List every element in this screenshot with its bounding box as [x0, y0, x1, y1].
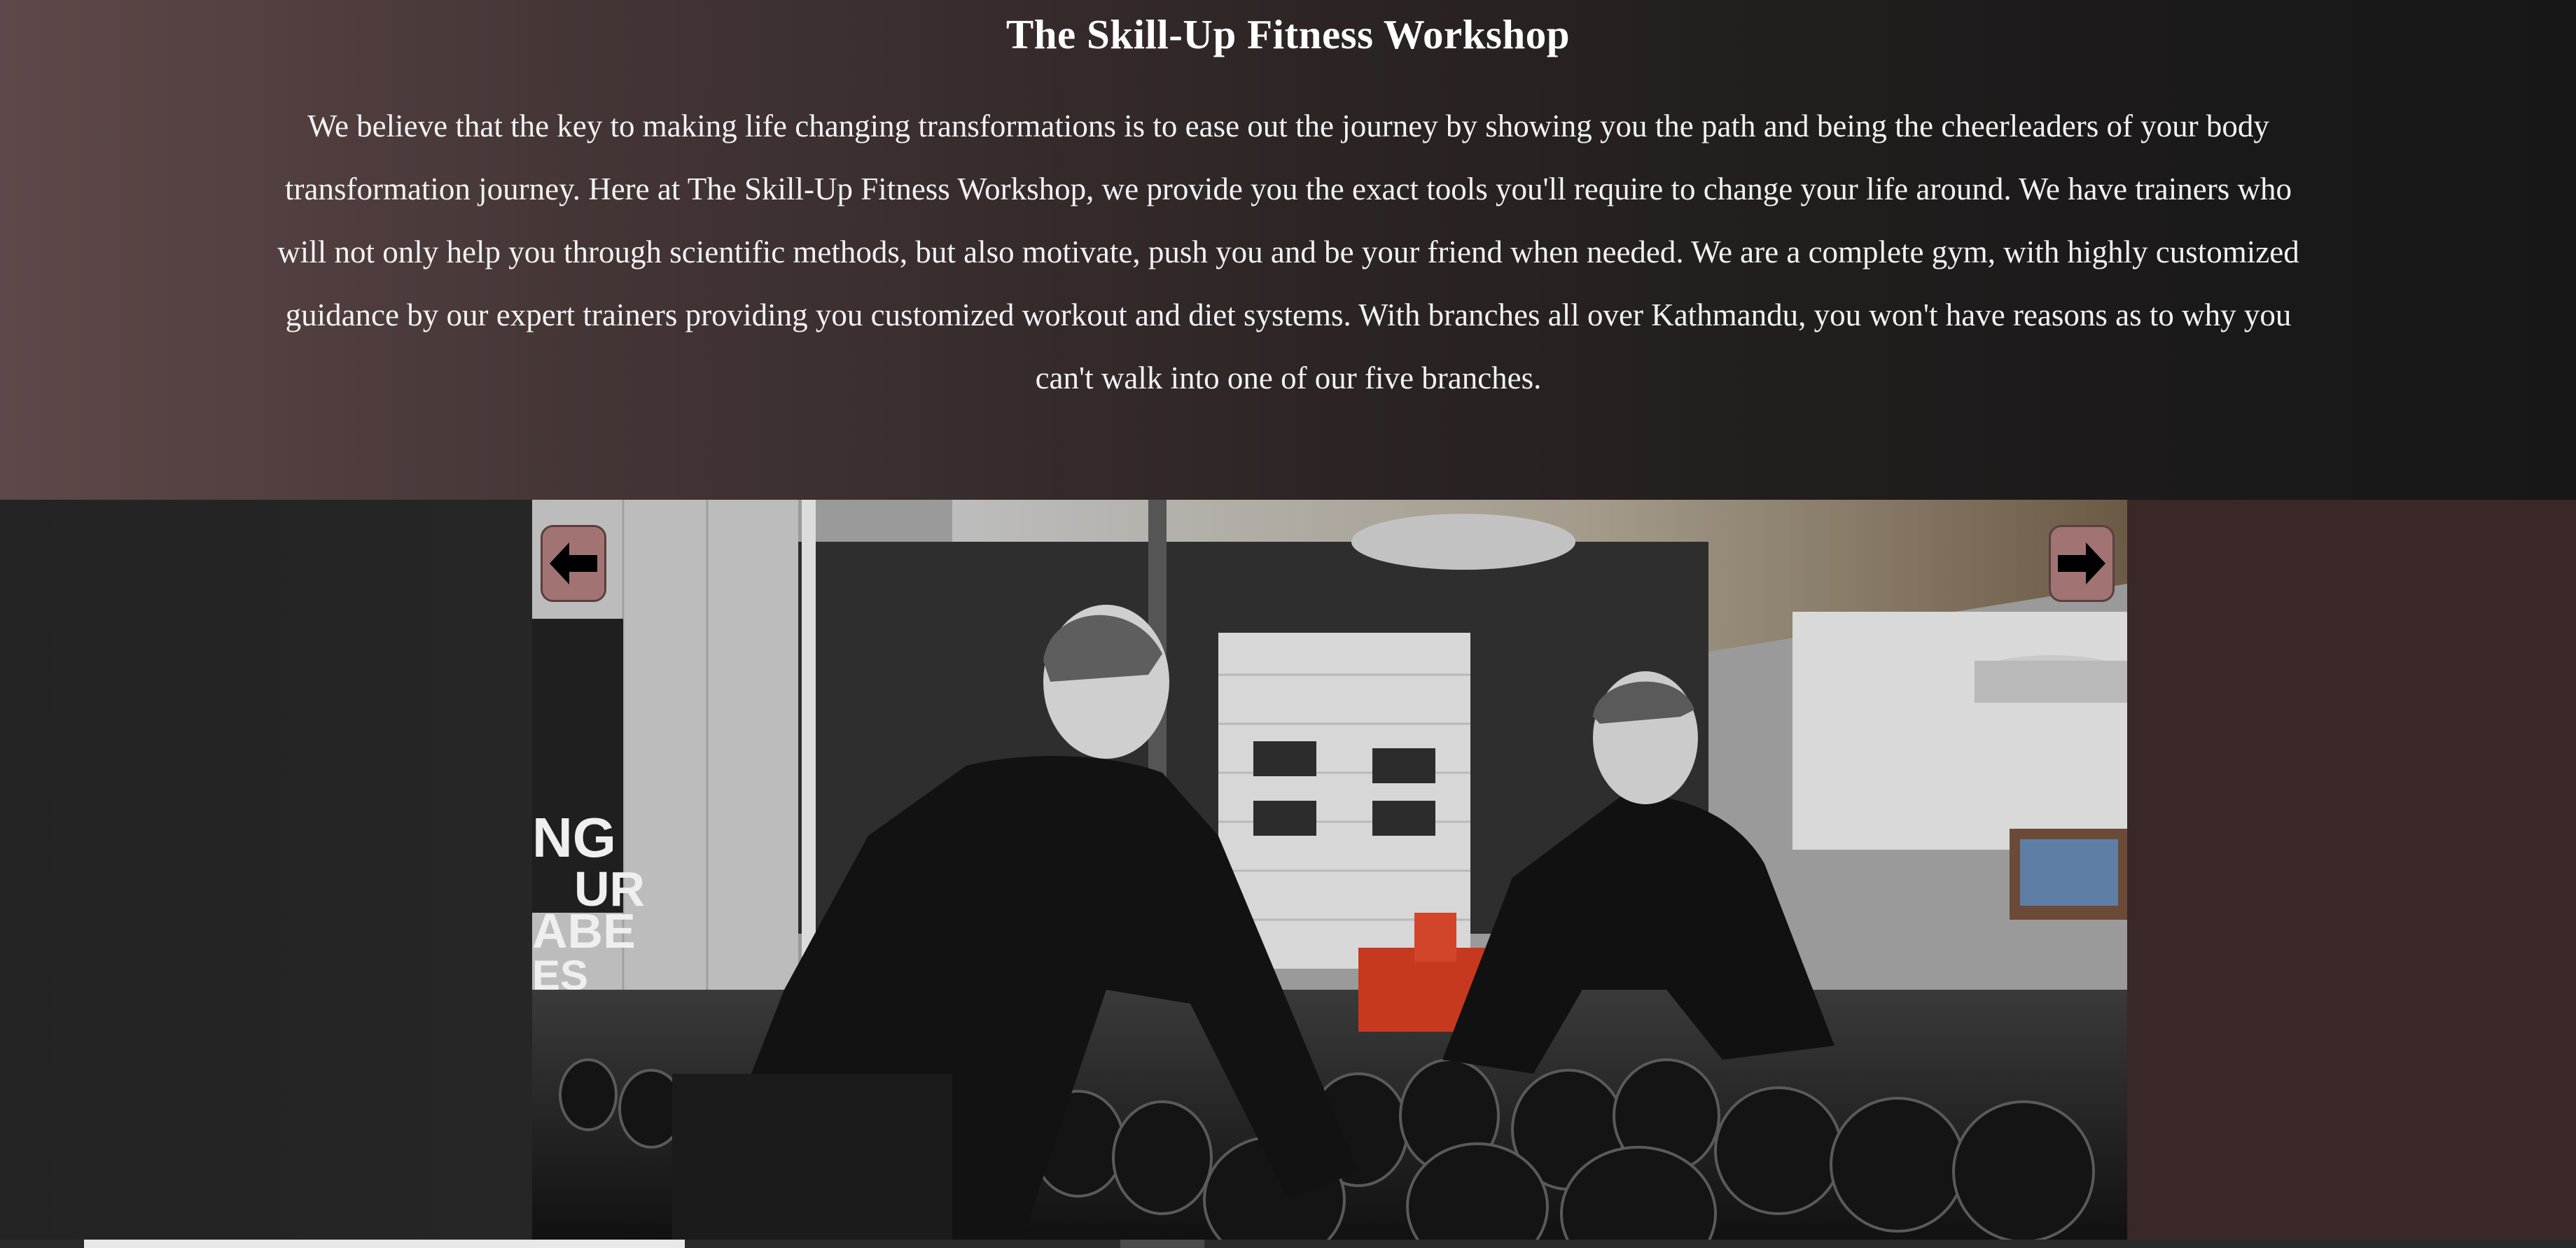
arrow-right-icon — [2058, 542, 2105, 584]
scrollbar-thumb[interactable] — [84, 1240, 685, 1248]
about-description: We believe that the key to making life c… — [277, 108, 2299, 395]
arrow-left-icon — [550, 542, 597, 584]
carousel-next-button[interactable] — [2049, 525, 2115, 602]
page-title: The Skill-Up Fitness Workshop — [1005, 11, 1571, 57]
gallery-right-panel — [2127, 500, 2576, 1240]
mirror-text-line-1: NG — [532, 806, 616, 869]
mirror-text-line-3: ABE — [532, 904, 636, 958]
carousel-slide-image: NG UR ABE ES — [532, 500, 2127, 1240]
scrollbar-marker — [1120, 1240, 1204, 1248]
horizontal-scrollbar[interactable] — [0, 1240, 2576, 1248]
about-section: The Skill-Up Fitness Workshop We believe… — [0, 0, 2576, 500]
carousel-prev-button[interactable] — [541, 525, 606, 602]
gallery-left-panel — [0, 500, 532, 1240]
